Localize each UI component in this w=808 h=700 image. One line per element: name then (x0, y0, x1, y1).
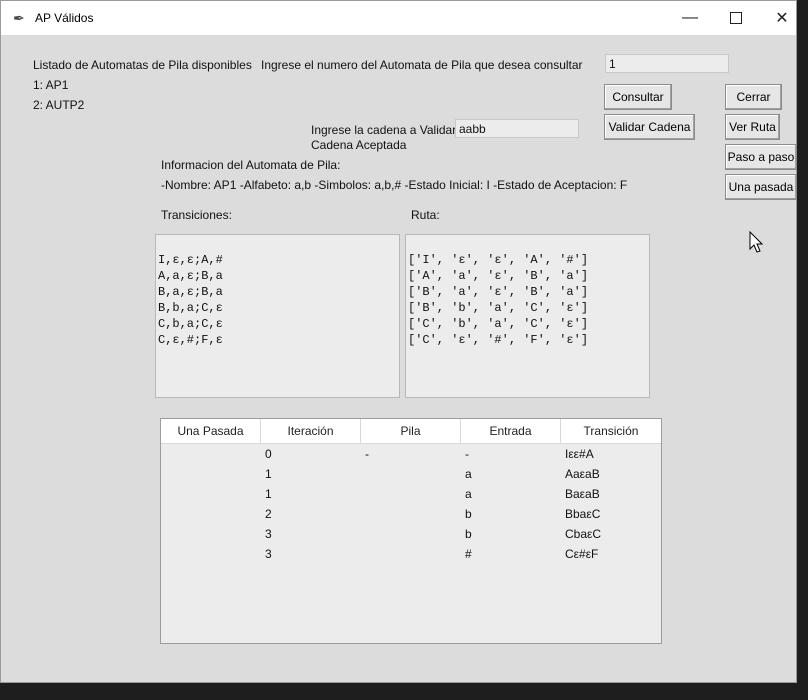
maximize-button[interactable] (713, 1, 759, 35)
column-header-una-pasada[interactable]: Una Pasada (161, 419, 261, 443)
transition-line: I,ε,ε;A,# (158, 253, 223, 267)
transition-line: B,a,ε;B,a (158, 285, 223, 299)
route-line: ['C', 'b', 'a', 'C', 'ε'] (408, 317, 589, 331)
close-window-button[interactable]: ✕ (759, 1, 805, 35)
table-row[interactable]: 3 b CbaεC (161, 524, 661, 544)
cell-entrada: a (465, 487, 472, 501)
transition-line: A,a,ε;B,a (158, 269, 223, 283)
list-item: 2: AUTP2 (33, 98, 85, 112)
una-pasada-button[interactable]: Una pasada (725, 174, 797, 200)
automata-number-label: Ingrese el numero del Automata de Pila q… (261, 58, 583, 72)
results-table[interactable]: Una Pasada Iteración Pila Entrada Transi… (160, 418, 662, 644)
cell-iteracion: 0 (265, 447, 272, 461)
table-header: Una Pasada Iteración Pila Entrada Transi… (161, 419, 661, 444)
cell-transicion: BbaεC (565, 507, 601, 521)
route-line: ['A', 'a', 'ε', 'B', 'a'] (408, 269, 589, 283)
cell-entrada: # (465, 547, 472, 561)
minimize-icon: — (682, 9, 698, 26)
column-header-entrada[interactable]: Entrada (461, 419, 561, 443)
transition-line: C,ε,#;F,ε (158, 333, 223, 347)
column-header-transicion[interactable]: Transición (561, 419, 661, 443)
cell-iteracion: 3 (265, 547, 272, 561)
cell-iteracion: 3 (265, 527, 272, 541)
info-detail: -Nombre: AP1 -Alfabeto: a,b -Simbolos: a… (161, 178, 628, 192)
transition-line: C,b,a;C,ε (158, 317, 223, 331)
cell-transicion: Iεε#A (565, 447, 594, 461)
info-heading: Informacion del Automata de Pila: (161, 158, 341, 172)
table-row[interactable]: 1 a BaεaB (161, 484, 661, 504)
column-header-iteracion[interactable]: Iteración (261, 419, 361, 443)
table-row[interactable]: 2 b BbaεC (161, 504, 661, 524)
ver-ruta-button[interactable]: Ver Ruta (725, 114, 780, 140)
transiciones-label: Transiciones: (161, 208, 232, 222)
cell-transicion: CbaεC (565, 527, 602, 541)
route-line: ['I', 'ε', 'ε', 'A', '#'] (408, 253, 589, 267)
cell-transicion: Cε#εF (565, 547, 599, 561)
title-bar: ✒ AP Válidos — ✕ (1, 1, 796, 35)
transiciones-textbox[interactable]: I,ε,ε;A,# A,a,ε;B,a B,a,ε;B,a B,b,a;C,ε … (155, 234, 400, 398)
route-line: ['C', 'ε', '#', 'F', 'ε'] (408, 333, 589, 347)
mouse-pointer-icon (749, 231, 764, 253)
main-panel: Listado de Automatas de Pila disponibles… (1, 35, 797, 682)
minimize-button[interactable]: — (667, 1, 713, 35)
cell-iteracion: 2 (265, 507, 272, 521)
cell-transicion: AaεaB (565, 467, 600, 481)
list-item: 1: AP1 (33, 78, 69, 92)
route-line: ['B', 'a', 'ε', 'B', 'a'] (408, 285, 589, 299)
app-window: ✒ AP Válidos — ✕ Listado de Automatas de… (0, 0, 797, 683)
column-header-pila[interactable]: Pila (361, 419, 461, 443)
cadena-input[interactable] (455, 119, 579, 138)
feather-icon: ✒ (13, 10, 25, 26)
table-row[interactable]: 1 a AaεaB (161, 464, 661, 484)
cell-iteracion: 1 (265, 487, 272, 501)
ruta-label: Ruta: (411, 208, 440, 222)
cell-entrada: a (465, 467, 472, 481)
table-row[interactable]: 3 # Cε#εF (161, 544, 661, 564)
cell-entrada: b (465, 527, 472, 541)
transition-line: B,b,a;C,ε (158, 301, 223, 315)
consultar-button[interactable]: Consultar (604, 84, 672, 110)
cerrar-button[interactable]: Cerrar (725, 84, 782, 110)
window-title: AP Válidos (35, 11, 94, 25)
cell-entrada: b (465, 507, 472, 521)
ruta-textbox[interactable]: ['I', 'ε', 'ε', 'A', '#'] ['A', 'a', 'ε'… (405, 234, 650, 398)
automata-number-input[interactable] (605, 54, 729, 73)
table-row[interactable]: 0 - - Iεε#A (161, 444, 661, 464)
list-heading: Listado de Automatas de Pila disponibles (33, 58, 252, 72)
cell-entrada: - (465, 447, 469, 461)
cell-iteracion: 1 (265, 467, 272, 481)
cell-pila: - (365, 447, 369, 461)
validar-cadena-button[interactable]: Validar Cadena (604, 114, 695, 140)
cadena-status: Cadena Aceptada (311, 138, 407, 152)
cell-transicion: BaεaB (565, 487, 600, 501)
cadena-label: Ingrese la cadena a Validar (311, 123, 457, 137)
close-icon: ✕ (775, 10, 789, 27)
route-line: ['B', 'b', 'a', 'C', 'ε'] (408, 301, 589, 315)
maximize-icon (730, 12, 742, 24)
paso-a-paso-button[interactable]: Paso a paso (725, 144, 797, 170)
